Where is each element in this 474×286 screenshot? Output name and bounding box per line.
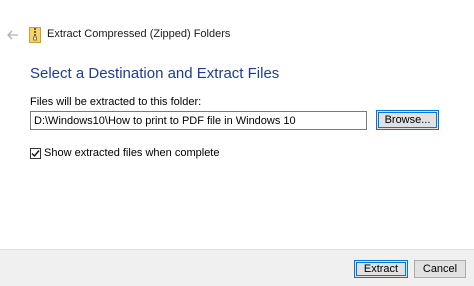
browse-button[interactable]: Browse... [376,110,439,130]
window-title: Extract Compressed (Zipped) Folders [47,28,231,40]
cancel-button[interactable]: Cancel [414,260,466,278]
show-extracted-files-checkbox[interactable] [30,148,41,159]
zip-folder-icon [29,27,41,43]
extract-button[interactable]: Extract [354,260,408,278]
page-heading: Select a Destination and Extract Files [30,65,280,82]
destination-path-input[interactable] [30,111,367,130]
destination-label: Files will be extracted to this folder: [30,96,202,108]
show-extracted-files-label[interactable]: Show extracted files when complete [44,147,219,159]
checkmark-icon [31,150,40,158]
back-arrow-icon[interactable] [6,28,20,42]
browse-button-label: Browse... [384,114,431,126]
extract-button-label: Extract [363,263,399,275]
cancel-button-label: Cancel [422,263,458,275]
